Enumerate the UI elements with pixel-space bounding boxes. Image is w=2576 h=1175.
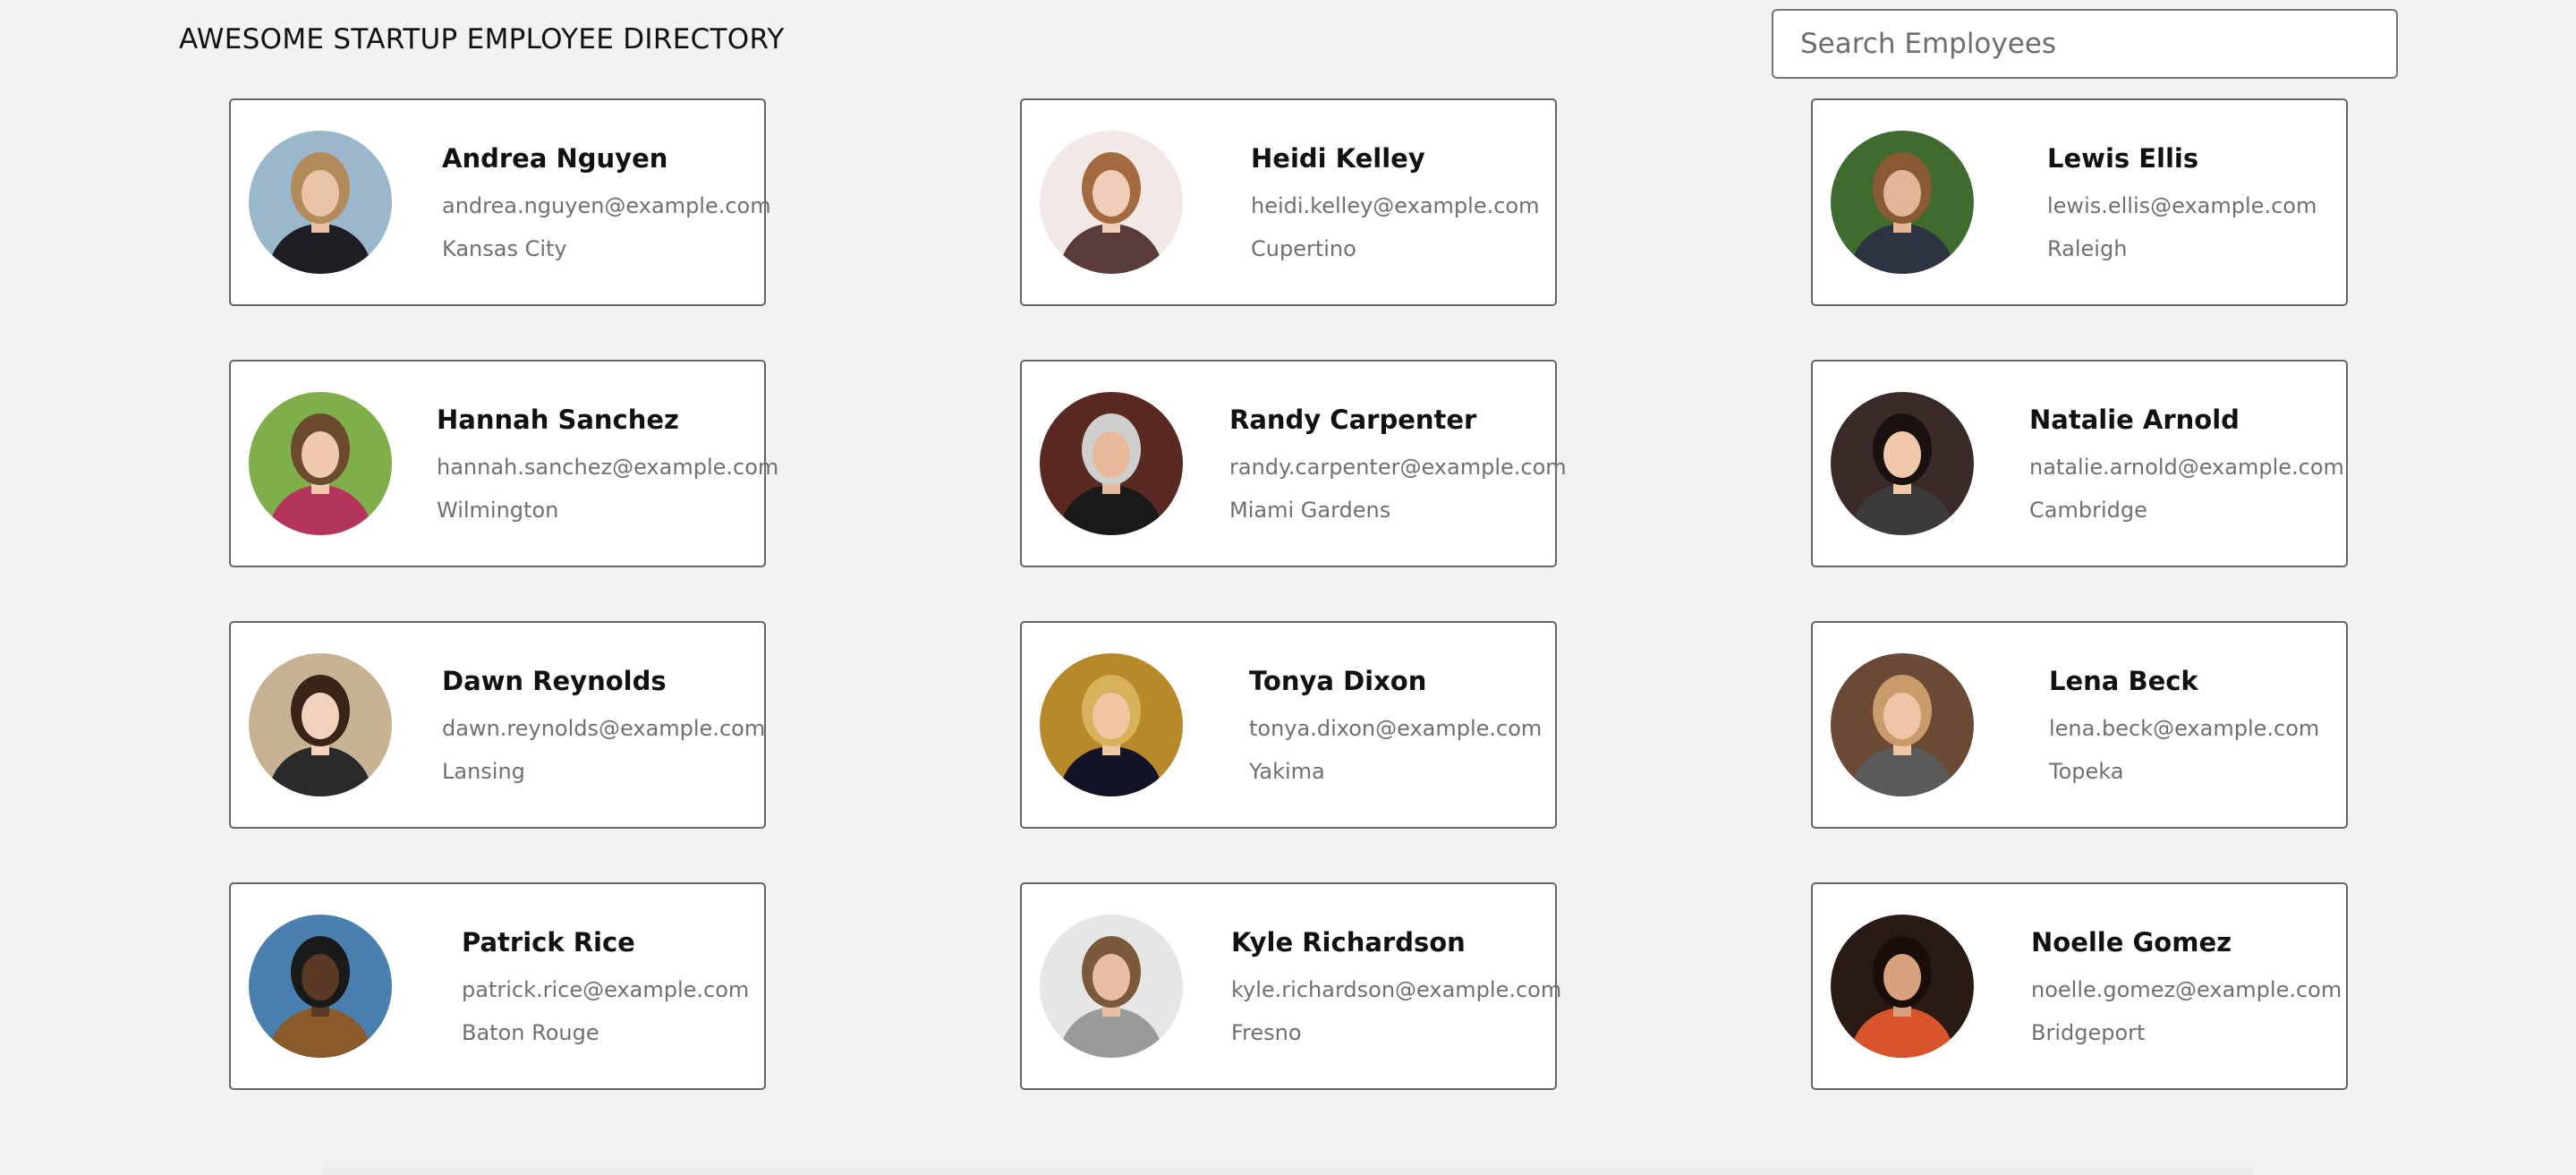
employee-name: Lena Beck <box>2049 666 2198 696</box>
page-title: AWESOME STARTUP EMPLOYEE DIRECTORY <box>179 23 785 55</box>
employee-card[interactable]: Tonya Dixon tonya.dixon@example.com Yaki… <box>1020 621 1557 829</box>
employee-city: Bridgeport <box>2031 1020 2146 1045</box>
employee-photo <box>1831 915 1974 1058</box>
employee-name: Heidi Kelley <box>1251 143 1425 174</box>
employee-email: randy.carpenter@example.com <box>1229 455 1567 480</box>
employee-card[interactable]: Lewis Ellis lewis.ellis@example.com Rale… <box>1811 98 2348 306</box>
employee-email: heidi.kelley@example.com <box>1251 193 1540 218</box>
employee-city: Baton Rouge <box>462 1020 599 1045</box>
employee-city: Raleigh <box>2047 236 2128 261</box>
employee-card[interactable]: Heidi Kelley heidi.kelley@example.com Cu… <box>1020 98 1557 306</box>
employee-photo <box>1040 392 1183 535</box>
employee-photo <box>1831 392 1974 535</box>
employee-name: Hannah Sanchez <box>437 404 679 435</box>
employee-name: Andrea Nguyen <box>442 143 668 174</box>
employee-photo <box>249 915 392 1058</box>
employee-photo <box>249 131 392 274</box>
employee-city: Cupertino <box>1251 236 1356 261</box>
employee-card[interactable]: Lena Beck lena.beck@example.com Topeka <box>1811 621 2348 829</box>
employee-email: hannah.sanchez@example.com <box>437 455 779 480</box>
employee-name: Natalie Arnold <box>2029 404 2240 435</box>
employee-photo <box>1831 131 1974 274</box>
employee-email: dawn.reynolds@example.com <box>442 716 766 741</box>
employee-card[interactable]: Noelle Gomez noelle.gomez@example.com Br… <box>1811 882 2348 1090</box>
employee-email: lewis.ellis@example.com <box>2047 193 2317 218</box>
employee-city: Kansas City <box>442 236 567 261</box>
employee-email: patrick.rice@example.com <box>462 977 750 1002</box>
employee-name: Noelle Gomez <box>2031 927 2232 958</box>
employee-photo <box>249 653 392 796</box>
employee-city: Miami Gardens <box>1229 498 1391 523</box>
employee-card[interactable]: Patrick Rice patrick.rice@example.com Ba… <box>229 882 766 1090</box>
employee-photo <box>1040 131 1183 274</box>
employee-card[interactable]: Kyle Richardson kyle.richardson@example.… <box>1020 882 1561 1090</box>
employee-email: natalie.arnold@example.com <box>2029 455 2344 480</box>
employee-card[interactable]: Natalie Arnold natalie.arnold@example.co… <box>1811 360 2348 567</box>
search-employees-input[interactable] <box>1772 9 2398 79</box>
employee-photo <box>249 392 392 535</box>
employee-photo <box>1040 653 1183 796</box>
employee-email: andrea.nguyen@example.com <box>442 193 771 218</box>
employee-city: Lansing <box>442 759 525 784</box>
employee-card[interactable]: Dawn Reynolds dawn.reynolds@example.com … <box>229 621 766 829</box>
employee-photo <box>1040 915 1183 1058</box>
employee-email: lena.beck@example.com <box>2049 716 2320 741</box>
employee-city: Cambridge <box>2029 498 2147 523</box>
page-footer-shadow <box>322 1152 2254 1175</box>
employee-card[interactable]: Randy Carpenter randy.carpenter@example.… <box>1020 360 1567 567</box>
employee-city: Yakima <box>1249 759 1325 784</box>
employee-name: Dawn Reynolds <box>442 666 667 696</box>
employee-city: Topeka <box>2049 759 2124 784</box>
employee-name: Kyle Richardson <box>1231 927 1466 958</box>
employee-card[interactable]: Hannah Sanchez hannah.sanchez@example.co… <box>229 360 778 567</box>
employee-name: Randy Carpenter <box>1229 404 1477 435</box>
employee-email: kyle.richardson@example.com <box>1231 977 1562 1002</box>
employee-name: Patrick Rice <box>462 927 635 958</box>
employee-name: Tonya Dixon <box>1249 666 1427 696</box>
employee-name: Lewis Ellis <box>2047 143 2199 174</box>
employee-city: Fresno <box>1231 1020 1302 1045</box>
employee-city: Wilmington <box>437 498 559 523</box>
employee-card[interactable]: Andrea Nguyen andrea.nguyen@example.com … <box>229 98 771 306</box>
employee-photo <box>1831 653 1974 796</box>
employee-email: tonya.dixon@example.com <box>1249 716 1543 741</box>
employee-email: noelle.gomez@example.com <box>2031 977 2342 1002</box>
